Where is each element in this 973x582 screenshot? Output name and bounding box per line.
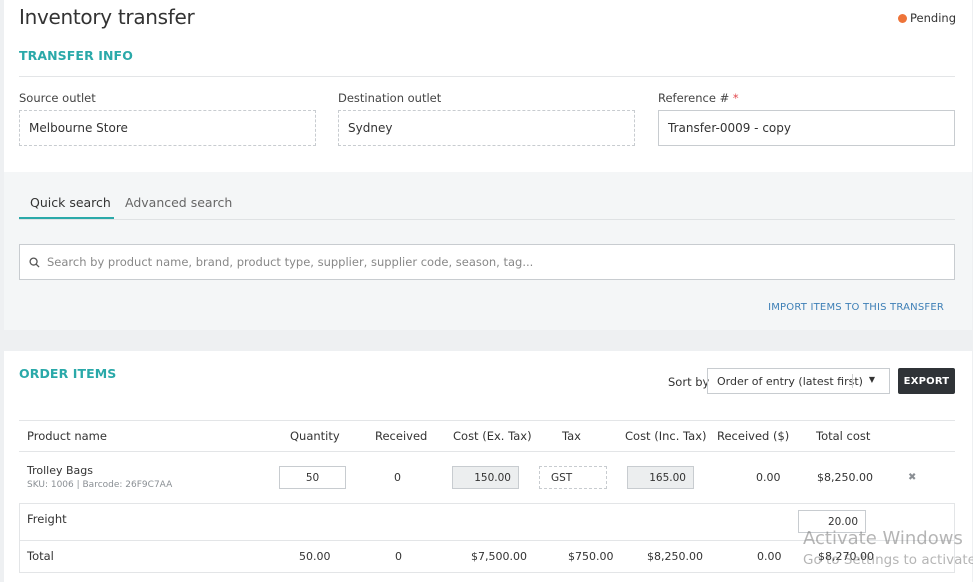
tab-quick-search[interactable]: Quick search	[30, 195, 111, 210]
destination-outlet-field: Sydney	[338, 110, 635, 146]
received-value: 0	[394, 471, 401, 484]
total-label: Total	[27, 549, 54, 563]
total-cost-value: $8,250.00	[817, 471, 873, 484]
tab-advanced-search[interactable]: Advanced search	[125, 195, 232, 210]
total-quantity: 50.00	[299, 550, 331, 563]
reference-label: Reference # *	[658, 91, 739, 105]
remove-item-icon[interactable]: ✖	[908, 472, 916, 483]
col-quantity: Quantity	[290, 429, 340, 443]
destination-outlet-label: Destination outlet	[338, 91, 442, 105]
product-name: Trolley Bags	[27, 464, 93, 477]
status-text: Pending	[910, 11, 956, 25]
received-dollars-value: 0.00	[756, 471, 781, 484]
search-panel: Quick search Advanced search Search by p…	[4, 172, 972, 330]
search-placeholder: Search by product name, brand, product t…	[47, 255, 534, 269]
select-separator	[852, 374, 853, 388]
tax-value: GST	[551, 471, 573, 484]
transfer-info-heading: TRANSFER INFO	[19, 48, 133, 63]
activate-windows-watermark: Activate Windows	[803, 528, 963, 549]
table-header-border	[19, 451, 955, 452]
total-received: 0	[395, 550, 402, 563]
col-cost-inc-tax: Cost (Inc. Tax)	[625, 429, 707, 443]
search-icon	[29, 256, 40, 268]
cost-inc-tax-value: 165.00	[649, 471, 686, 484]
table-top-border	[19, 420, 955, 421]
sort-select[interactable]: Order of entry (latest first) ▼	[707, 368, 890, 394]
activate-windows-hint: Go to Settings to activate	[803, 552, 973, 568]
import-items-link[interactable]: IMPORT ITEMS TO THIS TRANSFER	[768, 302, 944, 313]
cost-ex-tax-value: 150.00	[474, 471, 511, 484]
tax-select[interactable]: GST	[539, 466, 607, 489]
total-received-dollars: 0.00	[757, 550, 782, 563]
required-marker: *	[732, 91, 739, 105]
col-product-name: Product name	[27, 429, 107, 443]
reference-input-value: Transfer-0009 - copy	[668, 121, 791, 135]
sort-select-value: Order of entry (latest first)	[717, 374, 863, 388]
quantity-input[interactable]: 50	[279, 466, 346, 489]
total-tax: $750.00	[568, 550, 614, 563]
page-title: Inventory transfer	[19, 5, 195, 29]
total-cost-inc-tax: $8,250.00	[647, 550, 703, 563]
status-dot-icon	[898, 13, 908, 23]
product-sku: SKU: 1006 | Barcode: 26F9C7AA	[27, 480, 173, 490]
source-outlet-value: Melbourne Store	[29, 121, 128, 135]
export-button[interactable]: EXPORT	[898, 368, 955, 394]
source-outlet-field: Melbourne Store	[19, 110, 316, 146]
cost-inc-tax-field: 165.00	[627, 466, 694, 489]
reference-input[interactable]: Transfer-0009 - copy	[658, 110, 955, 146]
source-outlet-label: Source outlet	[19, 91, 96, 105]
active-tab-underline	[19, 217, 114, 219]
transfer-header-panel: Inventory transfer Pending TRANSFER INFO…	[4, 0, 972, 172]
order-items-heading: ORDER ITEMS	[19, 366, 117, 381]
tab-divider	[19, 219, 955, 220]
freight-value: 20.00	[827, 515, 858, 528]
col-total-cost: Total cost	[816, 429, 871, 443]
col-received-dollars: Received ($)	[717, 429, 790, 443]
col-tax: Tax	[562, 429, 581, 443]
status-badge: Pending	[898, 11, 956, 25]
destination-outlet-value: Sydney	[348, 121, 393, 135]
total-cost-ex-tax: $7,500.00	[471, 550, 527, 563]
divider	[19, 76, 955, 77]
caret-down-icon: ▼	[868, 375, 875, 384]
sort-by-label: Sort by	[668, 375, 710, 389]
quantity-value: 50	[305, 471, 320, 484]
col-cost-ex-tax: Cost (Ex. Tax)	[453, 429, 532, 443]
product-search-input[interactable]: Search by product name, brand, product t…	[19, 244, 955, 280]
reference-label-text: Reference #	[658, 91, 730, 105]
col-received: Received	[375, 429, 428, 443]
cost-ex-tax-field: 150.00	[452, 466, 519, 489]
freight-label: Freight	[27, 512, 67, 526]
